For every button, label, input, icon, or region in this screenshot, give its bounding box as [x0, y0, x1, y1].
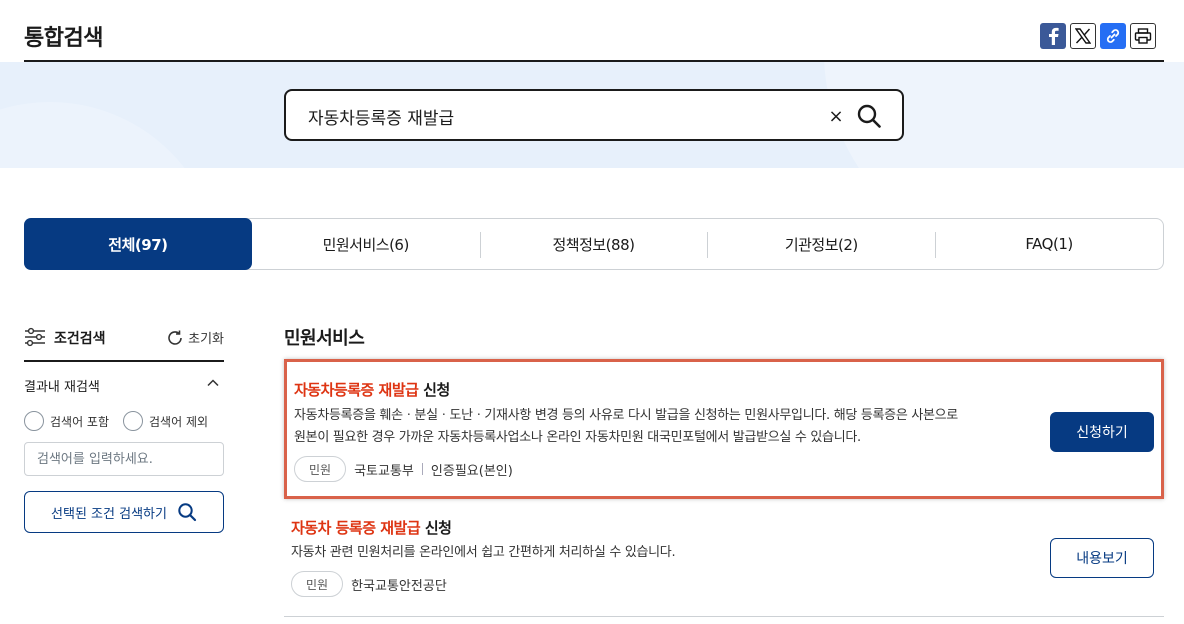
result-meta: 민원 국토교통부 인증필요(본인) — [294, 456, 513, 482]
meta-divider — [421, 463, 423, 475]
result-description-line: 자동차등록증을 훼손ㆍ분실ㆍ도난ㆍ기재사항 변경 등의 사유로 다시 발급을 신… — [294, 408, 958, 423]
share-toolbar — [1040, 23, 1156, 49]
print-icon[interactable] — [1130, 23, 1156, 49]
search-icon — [857, 104, 881, 128]
result-item: 자동차등록증 재발급 신청 자동차등록증을 훼손ㆍ분실ㆍ도난ㆍ기재사항 변경 등… — [284, 359, 1164, 499]
chevron-up-icon — [207, 379, 219, 387]
section-title: 민원서비스 — [284, 328, 365, 349]
result-description-line: 자동차 관련 민원처리를 온라인에서 쉽고 간편하게 처리하실 수 있습니다. — [291, 545, 676, 560]
result-title[interactable]: 자동차등록증 재발급 신청 — [294, 379, 450, 400]
refine-options: 검색어 포함 검색어 제외 — [24, 411, 224, 431]
result-description: 자동차 관련 민원처리를 온라인에서 쉽고 간편하게 처리하실 수 있습니다. — [291, 542, 1021, 564]
include-keyword-label: 검색어 포함 — [50, 414, 110, 429]
tab-civil-services[interactable]: 민원서비스(6) — [252, 219, 480, 269]
radio-circle — [123, 411, 144, 431]
result-title-rest: 신청 — [418, 381, 450, 399]
tab-policy-info[interactable]: 정책정보(88) — [479, 219, 708, 269]
result-description-line: 원본이 필요한 경우 가까운 자동차등록사업소나 온라인 자동차민원 대국민포털… — [294, 430, 861, 445]
category-badge: 민원 — [294, 456, 347, 482]
sliders-icon — [25, 327, 45, 347]
link-icon[interactable] — [1100, 23, 1126, 49]
exclude-keyword-label: 검색어 제외 — [149, 414, 209, 429]
refine-search-header[interactable]: 결과내 재검색 — [24, 376, 224, 396]
category-tabs: 전체(97) 민원서비스(6) 정책정보(88) 기관정보(2) FAQ(1) — [24, 218, 1164, 270]
search-input[interactable] — [308, 103, 808, 129]
tab-all[interactable]: 전체(97) — [24, 218, 252, 270]
result-meta: 민원 한국교통안전공단 — [291, 571, 447, 597]
organization: 국토교통부 — [354, 463, 414, 479]
search-button[interactable] — [854, 101, 884, 131]
refresh-icon — [168, 330, 182, 345]
refine-keyword-input[interactable] — [24, 442, 224, 476]
exclude-keyword-radio[interactable]: 검색어 제외 — [123, 411, 208, 431]
filter-header: 조건검색 초기화 — [24, 326, 224, 362]
result-title-highlight: 자동차등록증 재발급 — [294, 381, 419, 399]
include-keyword-radio[interactable]: 검색어 포함 — [24, 411, 109, 431]
condition-search-button[interactable]: 선택된 조건 검색하기 — [24, 491, 224, 533]
category-badge: 민원 — [291, 571, 344, 597]
search-icon — [178, 503, 197, 522]
result-description: 자동차등록증을 훼손ㆍ분실ㆍ도난ㆍ기재사항 변경 등의 사유로 다시 발급을 신… — [294, 405, 1024, 449]
condition-search-label: 선택된 조건 검색하기 — [51, 506, 167, 522]
result-title-rest: 신청 — [420, 519, 452, 537]
search-box: × — [284, 89, 904, 141]
view-details-button[interactable]: 내용보기 — [1050, 538, 1154, 578]
tab-faq[interactable]: FAQ(1) — [935, 219, 1163, 269]
reset-button[interactable]: 초기화 — [166, 328, 224, 347]
filter-title: 조건검색 — [54, 331, 106, 347]
clear-search-button[interactable]: × — [824, 103, 848, 129]
radio-circle — [24, 411, 44, 431]
apply-button[interactable]: 신청하기 — [1050, 412, 1154, 452]
refine-search-label: 결과내 재검색 — [24, 380, 100, 395]
page-title: 통합검색 — [24, 26, 103, 51]
organization: 한국교통안전공단 — [351, 578, 447, 594]
facebook-icon[interactable] — [1040, 23, 1066, 49]
result-item: 자동차 등록증 재발급 신청 자동차 관련 민원처리를 온라인에서 쉽고 간편하… — [284, 505, 1164, 617]
result-title-highlight: 자동차 등록증 재발급 — [291, 519, 421, 537]
search-band: × — [0, 62, 1184, 168]
auth-requirement: 인증필요(본인) — [430, 463, 513, 479]
band-decoration — [0, 102, 220, 168]
tab-agency-info[interactable]: 기관정보(2) — [707, 219, 935, 269]
reset-label: 초기화 — [188, 332, 224, 347]
result-title[interactable]: 자동차 등록증 재발급 신청 — [291, 517, 452, 538]
x-icon[interactable] — [1070, 23, 1096, 49]
